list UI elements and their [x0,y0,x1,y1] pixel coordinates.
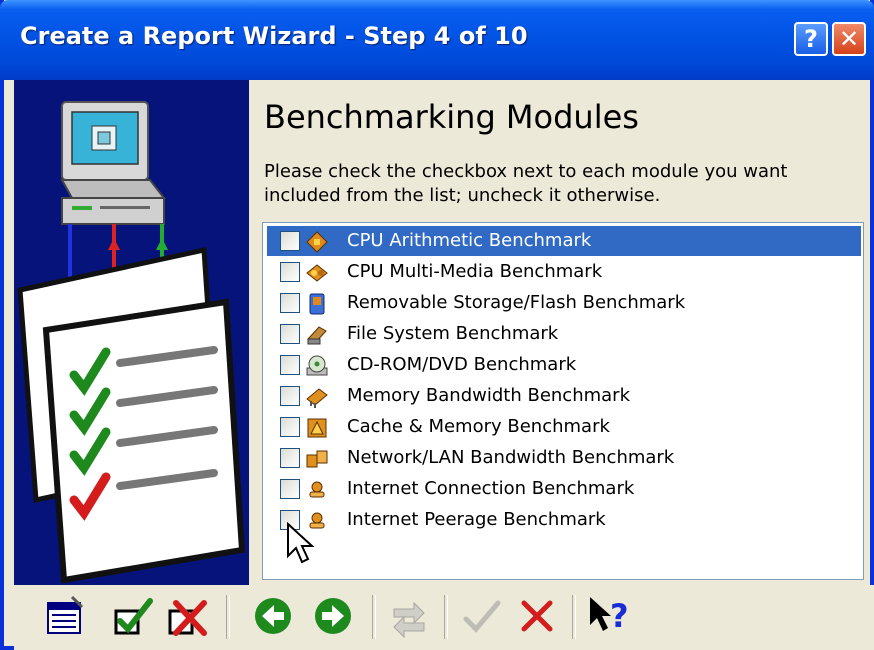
uncheck-all-icon[interactable] [164,593,210,639]
mouse-cursor-icon [287,522,315,564]
list-item[interactable]: CPU Arithmetic Benchmark [267,226,861,256]
list-item-label: Removable Storage/Flash Benchmark [347,292,686,313]
cache-icon [307,418,327,438]
list-item-label: File System Benchmark [347,323,559,344]
svg-text:?: ? [610,597,629,635]
list-item[interactable]: CD-ROM/DVD Benchmark [267,350,861,380]
list-item[interactable]: CPU Multi-Media Benchmark [267,257,861,287]
page-description: Please check the checkbox next to each m… [264,161,788,206]
toolbar-separator [226,595,230,639]
wizard-toolbar: ? [14,585,874,650]
close-button[interactable]: ✕ [832,22,866,56]
wizard-illustration [14,80,249,585]
refresh-icon[interactable] [386,593,432,639]
wizard-window: Create a Report Wizard - Step 4 of 10 ? … [0,0,874,650]
list-item[interactable]: Removable Storage/Flash Benchmark [267,288,861,318]
removable-storage-icon [309,293,325,315]
list-item-label: Internet Connection Benchmark [347,478,635,499]
title-bar[interactable]: Create a Report Wizard - Step 4 of 10 ? … [0,0,874,80]
cancel-icon[interactable] [514,593,560,639]
checkbox[interactable] [280,324,300,344]
cpu-multimedia-icon [306,264,328,282]
checkbox[interactable] [280,479,300,499]
report-icon[interactable] [42,593,88,639]
cpu-arithmetic-icon [306,231,328,253]
list-item[interactable]: Network/LAN Bandwidth Benchmark [267,443,861,473]
page-heading: Benchmarking Modules [264,98,639,136]
list-item-label: Internet Peerage Benchmark [347,509,606,530]
list-item-label: CPU Arithmetic Benchmark [347,230,592,251]
list-item[interactable]: Internet Peerage Benchmark [267,505,861,535]
list-item-label: CPU Multi-Media Benchmark [347,261,603,282]
toolbar-separator [572,595,576,639]
context-help-icon[interactable]: ? [586,593,632,639]
checkbox[interactable] [280,262,300,282]
cdrom-icon [306,355,328,376]
help-button[interactable]: ? [794,22,828,56]
checkbox[interactable] [280,231,300,251]
list-item[interactable]: File System Benchmark [267,319,861,349]
list-item[interactable]: Memory Bandwidth Benchmark [267,381,861,411]
list-item-label: Network/LAN Bandwidth Benchmark [347,447,675,468]
toolbar-separator [444,595,448,639]
ok-icon[interactable] [458,593,504,639]
file-system-icon [307,326,327,345]
module-list[interactable]: CPU Arithmetic Benchmark CPU Multi-Media… [262,222,864,580]
checkbox[interactable] [280,293,300,313]
list-item-label: Cache & Memory Benchmark [347,416,610,437]
next-icon[interactable] [310,593,356,639]
checklist-computer-icon [17,101,246,584]
back-icon[interactable] [250,593,296,639]
list-item[interactable]: Cache & Memory Benchmark [267,412,861,442]
list-item-label: CD-ROM/DVD Benchmark [347,354,577,375]
checkbox[interactable] [280,386,300,406]
checkbox[interactable] [280,417,300,437]
checkbox[interactable] [280,448,300,468]
list-item[interactable]: Internet Connection Benchmark [267,474,861,504]
window-title: Create a Report Wizard - Step 4 of 10 [20,22,528,50]
checkbox[interactable] [280,355,300,375]
network-icon [306,450,328,468]
internet-icon [309,481,325,498]
list-item-label: Memory Bandwidth Benchmark [347,385,630,406]
toolbar-separator [372,595,376,639]
memory-icon [306,388,328,408]
check-all-icon[interactable] [110,593,156,639]
